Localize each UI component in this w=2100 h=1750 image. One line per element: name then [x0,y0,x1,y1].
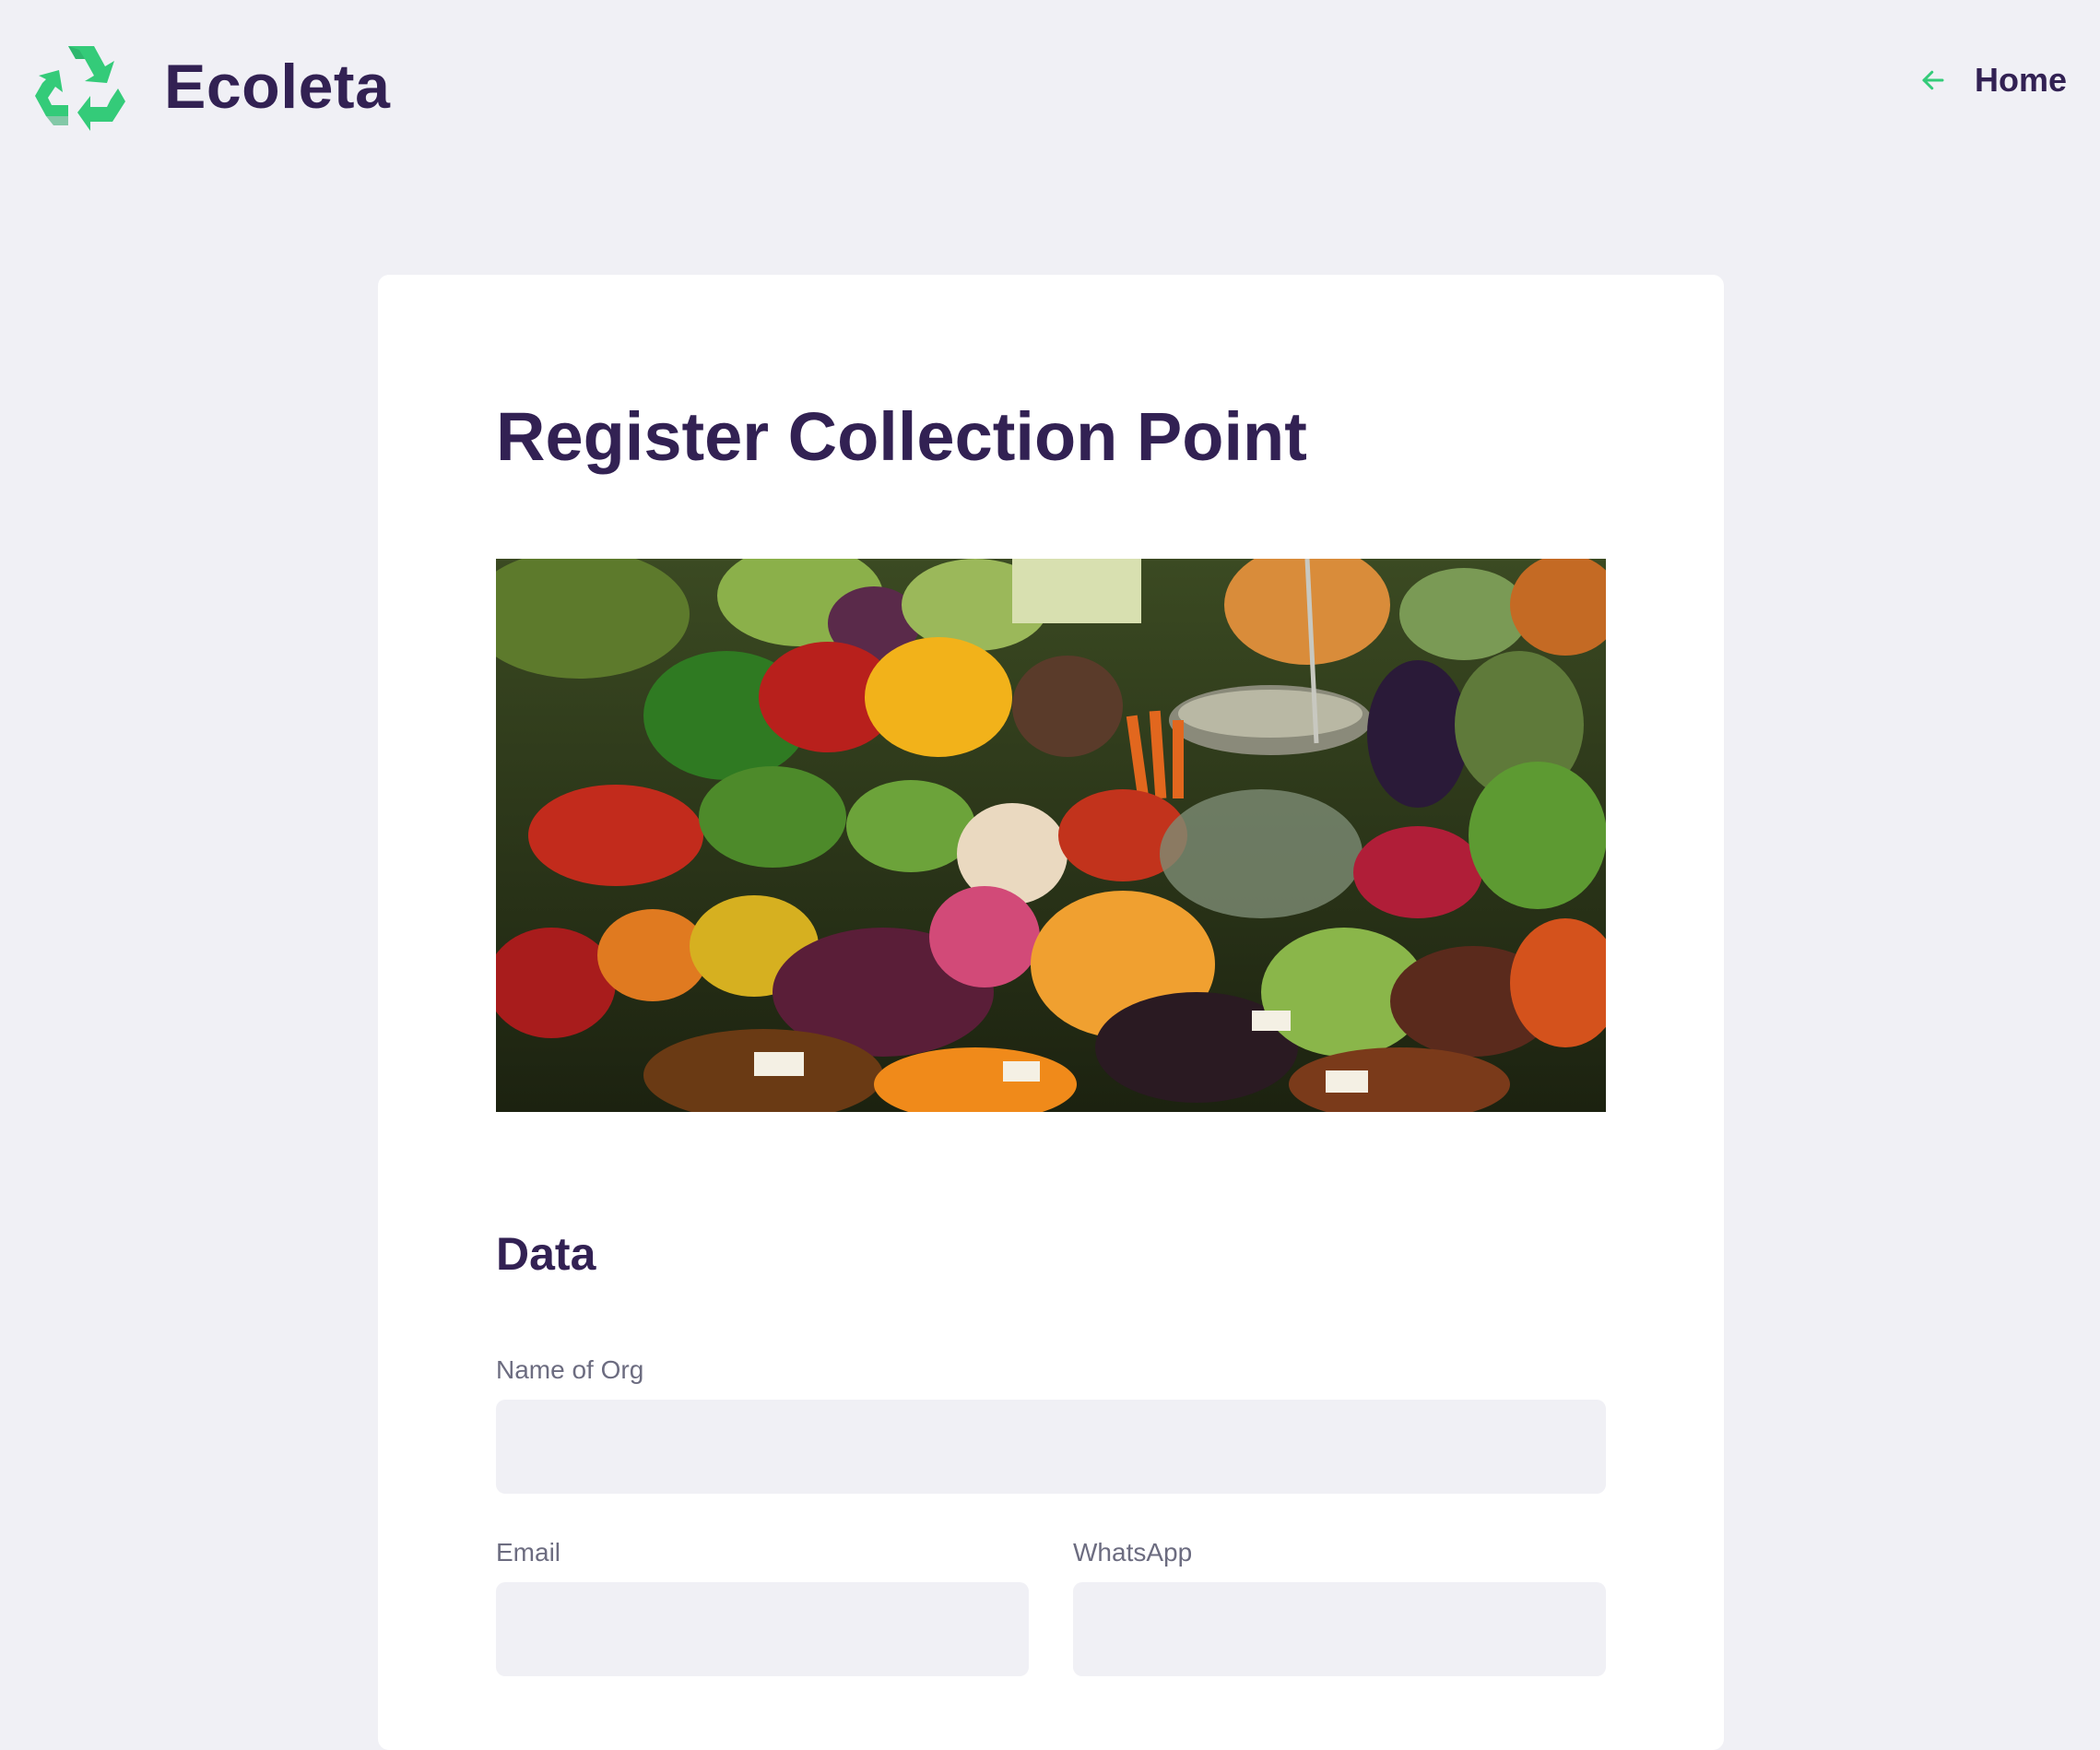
produce-market-photo [496,559,1606,1112]
home-link-label: Home [1974,61,2067,99]
brand-name: Ecoleta [164,52,391,122]
register-form-card: Register Collection Point Data Name of O… [378,275,1724,1750]
arrow-left-icon [1922,70,1944,90]
email-field-label: Email [496,1538,561,1567]
recycle-icon [35,46,125,131]
whatsapp-input[interactable] [1073,1582,1606,1676]
app-header: Ecoleta Home [0,0,2100,175]
page-title: Register Collection Point [496,398,1307,475]
name-field-label: Name of Org [496,1355,644,1384]
name-input[interactable] [496,1400,1606,1494]
section-title: Data [496,1228,596,1280]
email-input[interactable] [496,1582,1029,1676]
home-link[interactable]: Home [1919,61,2067,100]
whatsapp-field-label: WhatsApp [1073,1538,1193,1567]
